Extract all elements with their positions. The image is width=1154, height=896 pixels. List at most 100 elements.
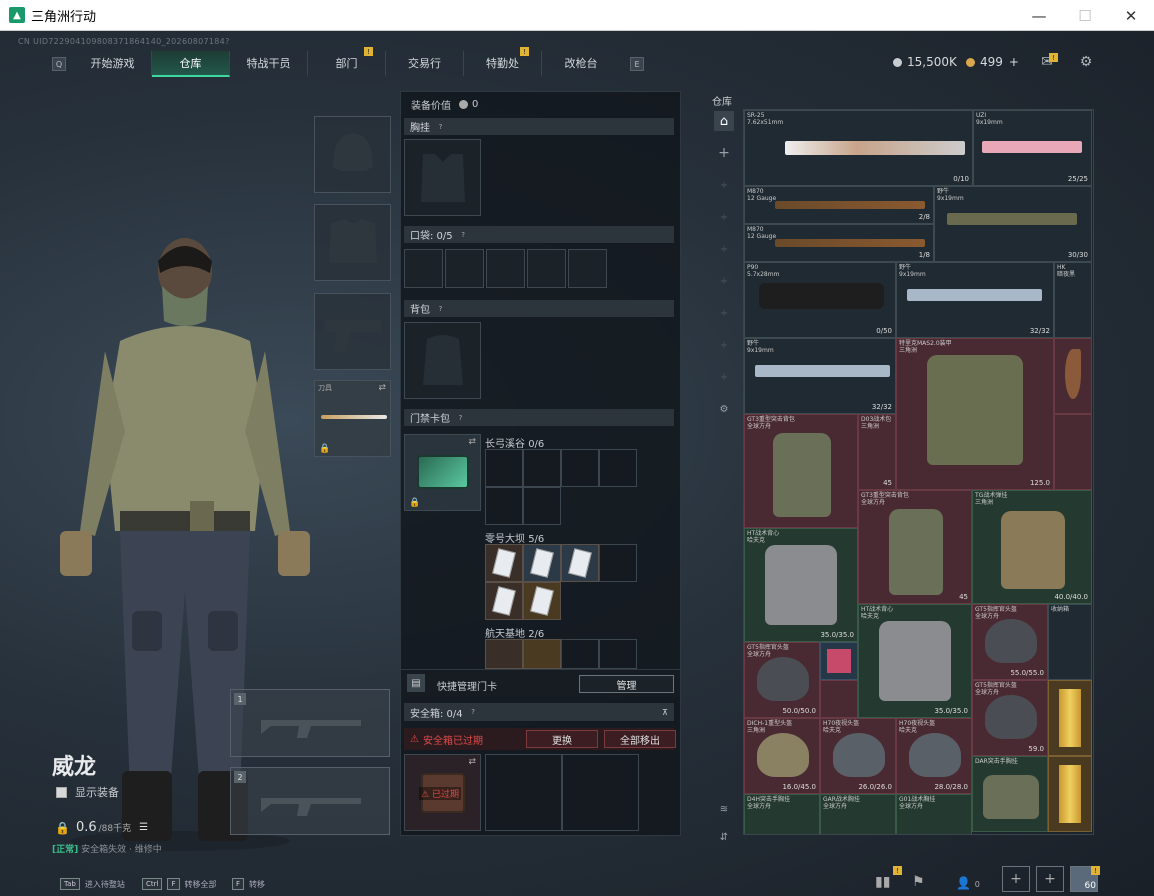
weapon-item[interactable]: SR-25 7.62x51mm 0/10	[744, 110, 973, 186]
backpack-item[interactable]: GT3重型突击背包 全球方舟 45	[858, 490, 972, 604]
keycard-cell[interactable]	[599, 449, 637, 487]
armor-slot[interactable]	[314, 204, 391, 281]
knife-slot[interactable]: 刀具 ⇄ 🔒	[314, 380, 391, 457]
primary-weapon-slot[interactable]: 1	[230, 689, 390, 757]
minimize-button[interactable]: —	[1016, 0, 1062, 31]
box-item[interactable]: 收纳箱	[1048, 604, 1092, 680]
add-tab-icon[interactable]: +	[714, 239, 734, 259]
tab-department[interactable]: 部门!	[308, 47, 386, 77]
sort-icon[interactable]: ⇵	[714, 827, 734, 847]
weapon-item[interactable]: UZI 9x19mm 25/25	[973, 110, 1092, 186]
pistol-slot[interactable]	[314, 293, 391, 370]
help-icon[interactable]: ?	[469, 708, 478, 717]
keycard-item[interactable]	[485, 639, 523, 669]
tab-trade[interactable]: 交易行	[386, 51, 464, 77]
weapon-item[interactable]: M870 12 Gauge 2/8	[744, 186, 934, 224]
add-tab-icon[interactable]: +	[714, 303, 734, 323]
swap-icon[interactable]: ⇄	[468, 757, 476, 767]
tab-special-ops[interactable]: 特勤处!	[464, 47, 542, 77]
pin-icon[interactable]: ⊼	[662, 708, 668, 717]
help-icon[interactable]: ?	[456, 413, 465, 422]
swap-icon[interactable]: ⇄	[468, 437, 476, 447]
manage-button[interactable]: 管理	[579, 675, 674, 693]
tab-start-game[interactable]: 开始游戏	[74, 51, 152, 77]
add-tab-icon[interactable]: +	[714, 143, 734, 163]
weapon-item[interactable]: M870 12 Gauge 1/8	[744, 224, 934, 262]
layers-icon[interactable]: ≋	[714, 799, 734, 819]
helmet-item[interactable]: DICH-1重型头盔 三角洲 16.0/45.0	[744, 718, 820, 794]
weapon-item[interactable]: 野牛 9x19mm 30/30	[934, 186, 1092, 262]
maximize-button[interactable]: ☐	[1062, 0, 1108, 31]
nav-next-key[interactable]: E	[630, 57, 644, 71]
weapon-item[interactable]: 野牛 9x19mm 32/32	[896, 262, 1054, 338]
weapon-item[interactable]: P90 5.7x28mm 0/50	[744, 262, 896, 338]
keycard-case-slot[interactable]: ⇄ 🔒	[404, 434, 481, 511]
swap-icon[interactable]: ⇄	[378, 383, 386, 393]
secondary-weapon-slot[interactable]: 2	[230, 767, 390, 835]
keycard-cell[interactable]	[523, 449, 561, 487]
nav-prev-key[interactable]: Q	[52, 57, 66, 71]
hint-transfer[interactable]: F 转移	[232, 878, 265, 890]
bag-item[interactable]: D03战术包 三角洲 45	[858, 414, 896, 490]
hint-transfer-all[interactable]: Ctrl F 转移全部	[142, 878, 217, 890]
add-gold-button[interactable]: +	[1009, 55, 1019, 69]
backpack-item[interactable]: GT3重型突击背包 全球方舟	[744, 414, 858, 528]
keycard-cell[interactable]	[561, 449, 599, 487]
safebox-slot[interactable]: ⇄ ⚠ 已过期	[404, 754, 481, 831]
add-tab-icon[interactable]: +	[714, 207, 734, 227]
keycard-cell[interactable]	[599, 544, 637, 582]
armor-item[interactable]: HT战术背心 哈夫克 35.0/35.0	[744, 528, 858, 642]
add-tab-icon[interactable]: +	[714, 271, 734, 291]
replace-button[interactable]: 更换	[526, 730, 598, 748]
help-icon[interactable]: ?	[436, 304, 445, 313]
weapon-item[interactable]: HK 暗夜黑	[1054, 262, 1092, 338]
gear-icon[interactable]: ⚙	[714, 399, 734, 419]
keycard-cell[interactable]	[485, 487, 523, 525]
helmet-item[interactable]: GT5指挥官头盔 全球方舟 55.0/55.0	[972, 604, 1048, 680]
rig-item[interactable]: DAR突击手胸挂	[972, 756, 1048, 832]
weapon-item[interactable]: 野牛 9x19mm 32/32	[744, 338, 896, 414]
keycard-item[interactable]	[485, 582, 523, 620]
helmet-item[interactable]: GT5指挥官头盔 全球方舟 50.0/50.0	[744, 642, 820, 718]
invite-slot-button[interactable]: +	[1002, 866, 1030, 892]
keycard-item[interactable]	[485, 544, 523, 582]
misc-item[interactable]	[820, 680, 858, 718]
gold-bar-item[interactable]	[1048, 756, 1092, 832]
add-tab-icon[interactable]: +	[714, 367, 734, 387]
keycard-cell[interactable]	[599, 639, 637, 669]
close-button[interactable]: ✕	[1108, 0, 1154, 31]
tab-gunsmith[interactable]: 改枪台	[542, 51, 620, 77]
keycard-item[interactable]	[523, 639, 561, 669]
helmet-item[interactable]: H70夜视头盔 哈夫克 28.0/28.0	[896, 718, 972, 794]
gear-icon[interactable]: ⚙	[1077, 53, 1095, 71]
helmet-item[interactable]: GT5指挥官头盔 全球方舟 59.0	[972, 680, 1048, 756]
safebox-cell[interactable]	[485, 754, 562, 831]
keycard-cell[interactable]	[561, 639, 599, 669]
invite-slot-button[interactable]: +	[1036, 866, 1064, 892]
keycard-cell[interactable]	[485, 449, 523, 487]
armor-item[interactable]: HT战术背心 哈夫克 35.0/35.0	[858, 604, 972, 718]
add-tab-icon[interactable]: +	[714, 175, 734, 195]
pocket-slot[interactable]	[404, 249, 443, 288]
tab-warehouse[interactable]: 仓库	[152, 51, 230, 77]
hint-enter-station[interactable]: Tab 进入待整站	[60, 878, 125, 890]
show-equip-checkbox[interactable]	[56, 786, 67, 798]
pocket-slot[interactable]	[486, 249, 525, 288]
rig-item[interactable]: GAR战术胸挂 全球方舟	[820, 794, 896, 834]
keycard-manage-icon[interactable]: ▤	[407, 674, 425, 692]
add-tab-icon[interactable]: +	[714, 335, 734, 355]
rig-item[interactable]: G01战术胸挂 全球方舟	[896, 794, 972, 834]
list-icon[interactable]: ☰	[139, 822, 148, 833]
armor-item[interactable]: TG战术弹挂 三角洲 40.0/40.0	[972, 490, 1092, 604]
safebox-cell[interactable]	[562, 754, 639, 831]
keycard-item[interactable]	[523, 582, 561, 620]
pocket-slot[interactable]	[527, 249, 566, 288]
keycard-item[interactable]	[561, 544, 599, 582]
misc-item[interactable]	[1054, 414, 1092, 490]
helmet-slot[interactable]	[314, 116, 391, 193]
show-equip-toggle[interactable]: 显示装备	[56, 784, 119, 800]
pocket-slot[interactable]	[445, 249, 484, 288]
pocket-slot[interactable]	[568, 249, 607, 288]
keycard-item[interactable]	[523, 544, 561, 582]
armor-item[interactable]: 特里克MAS2.0装甲 三角洲 125.0	[896, 338, 1054, 490]
